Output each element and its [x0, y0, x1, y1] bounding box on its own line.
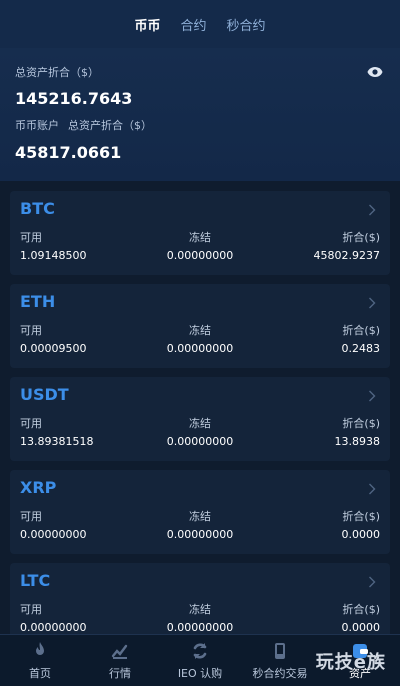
converted-value: 0.2483: [341, 342, 381, 355]
frozen-label: 冻结: [189, 231, 211, 244]
coin-name: XRP: [20, 478, 57, 497]
converted-label: 折合($): [342, 603, 380, 616]
frozen-value: 0.00000000: [166, 342, 234, 355]
frozen-label: 冻结: [189, 510, 211, 523]
coin-name: USDT: [20, 385, 69, 404]
tab-second-contract[interactable]: 秒合约: [227, 15, 266, 34]
converted-label: 折合($): [342, 417, 380, 430]
asset-card-btc[interactable]: BTC 可用 1.09148500 冻结 0.00000000 折合($) 45802…: [10, 191, 390, 275]
converted-value: 45802.9237: [313, 249, 380, 262]
frozen-value: 0.00000000: [166, 435, 234, 448]
nav-label: 秒合约交易: [252, 666, 308, 680]
converted-label: 折合($): [342, 324, 380, 337]
spot-account-label: 币币账户: [15, 119, 59, 132]
available-label: 可用: [20, 603, 42, 616]
refresh-icon: [193, 642, 207, 659]
eye-icon[interactable]: [367, 66, 383, 78]
top-tab-bar: 币币 合约 秒合约: [0, 0, 400, 48]
available-label: 可用: [20, 324, 42, 337]
nav-label: IEO 认购: [177, 666, 223, 680]
tab-spot[interactable]: 币币: [134, 15, 160, 34]
nav-ieo[interactable]: IEO 认购: [160, 635, 240, 686]
nav-market[interactable]: 行情: [80, 635, 160, 686]
spot-account-value: 45817.0661: [15, 143, 122, 162]
coin-name: LTC: [20, 571, 51, 590]
available-value: 0.00009500: [20, 342, 87, 355]
nav-label: 首页: [29, 666, 51, 680]
converted-value: 0.0000: [341, 528, 381, 541]
available-value: 13.89381518: [20, 435, 94, 448]
converted-label: 折合($): [342, 231, 380, 244]
bottom-nav: 首页 行情 IEO 认购 秒合约交易 资产 玩技e族: [0, 634, 400, 686]
total-assets-label: 总资产折合（$）: [15, 66, 99, 79]
total-assets-value: 145216.7643: [15, 89, 133, 108]
converted-value: 0.0000: [341, 621, 381, 634]
frozen-label: 冻结: [189, 603, 211, 616]
asset-summary: 总资产折合（$） 145216.7643 币币账户 总资产折合（$） 45817…: [0, 48, 400, 181]
watermark: 玩技e族: [315, 652, 386, 673]
asset-card-usdt[interactable]: USDT 可用 13.89381518 冻结 0.00000000 折合($) 13.…: [10, 377, 390, 461]
phone-icon: [275, 642, 285, 659]
nav-label: 行情: [109, 666, 131, 680]
converted-label: 折合($): [342, 510, 380, 523]
available-value: 0.00000000: [20, 621, 87, 634]
available-label: 可用: [20, 417, 42, 430]
converted-value: 13.8938: [334, 435, 381, 448]
frozen-value: 0.00000000: [166, 528, 234, 541]
spot-account-total-label: 总资产折合（$）: [68, 119, 152, 132]
coin-name: ETH: [20, 292, 56, 311]
available-label: 可用: [20, 510, 42, 523]
chevron-right-icon: [369, 297, 376, 309]
frozen-value: 0.00000000: [166, 621, 234, 634]
nav-second-contract[interactable]: 秒合约交易: [240, 635, 320, 686]
frozen-value: 0.00000000: [166, 249, 234, 262]
available-value: 1.09148500: [20, 249, 87, 262]
nav-home[interactable]: 首页: [0, 635, 80, 686]
frozen-label: 冻结: [189, 417, 211, 430]
chevron-right-icon: [369, 204, 376, 216]
coin-name: BTC: [20, 199, 55, 218]
chart-icon: [111, 644, 128, 659]
chevron-right-icon: [369, 576, 376, 588]
asset-card-xrp[interactable]: XRP 可用 0.00000000 冻结 0.00000000 折合($) 0.000…: [10, 470, 390, 554]
frozen-label: 冻结: [189, 324, 211, 337]
available-label: 可用: [20, 231, 42, 244]
fire-icon: [36, 641, 44, 655]
tab-contract[interactable]: 合约: [180, 15, 206, 34]
asset-list: BTC 可用 1.09148500 冻结 0.00000000 折合($) 45802…: [0, 181, 400, 647]
chevron-right-icon: [369, 390, 376, 402]
chevron-right-icon: [369, 483, 376, 495]
available-value: 0.00000000: [20, 528, 87, 541]
asset-card-eth[interactable]: ETH 可用 0.00009500 冻结 0.00000000 折合($) 0.248…: [10, 284, 390, 368]
